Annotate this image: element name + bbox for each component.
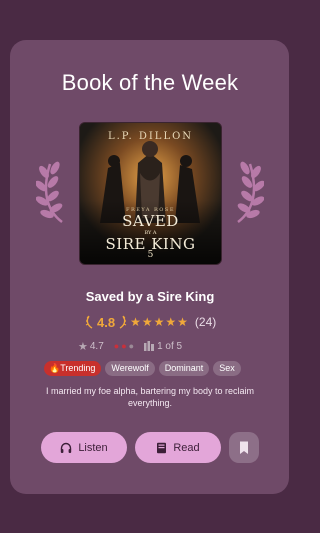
book-cover[interactable]: L.P. DILLON FREYA ROSE SAVED BY A SIRE K… — [79, 122, 222, 265]
books-icon — [144, 341, 155, 351]
tag-trending[interactable]: 🔥Trending — [44, 361, 102, 376]
book-title[interactable]: Saved by a Sire King — [0, 289, 300, 304]
tag-sex[interactable]: Sex — [213, 361, 241, 376]
rating-row: 4.8 ★ ★ ★ ★ ★ (24) — [85, 313, 216, 331]
star-outline-icon: ★ — [78, 340, 88, 353]
fire-icon: 🔥 — [49, 363, 61, 373]
read-label: Read — [173, 441, 200, 454]
pepper-icon: ● — [128, 341, 135, 351]
meta-row: ★ 4.7 ● ● ● 1 of 5 — [78, 339, 192, 353]
series-position: 1 of 5 — [157, 340, 183, 352]
laurel-small-right-icon — [119, 315, 127, 329]
user-score: 4.7 — [89, 340, 104, 352]
book-description: I married my foe alpha, bartering my bod… — [45, 386, 255, 408]
section-title: Book of the Week — [61, 70, 239, 95]
listen-label: Listen — [78, 441, 108, 454]
cover-number: 5 — [147, 250, 154, 260]
star-icon: ★ — [141, 315, 153, 329]
pepper-icon: ● — [113, 341, 120, 351]
bookmark-icon — [240, 441, 248, 454]
book-icon — [157, 442, 167, 453]
laurel-small-left-icon — [85, 315, 93, 329]
star-icon: ★ — [165, 315, 177, 329]
star-icon: ★ — [177, 315, 188, 329]
star-icon: ★ — [130, 315, 141, 329]
rating-value: 4.8 — [97, 314, 116, 330]
rating-count: (24) — [194, 315, 217, 329]
tag-dominant[interactable]: Dominant — [158, 361, 210, 376]
laurel-right-icon — [237, 161, 264, 223]
cover-author: L.P. DILLON — [107, 131, 194, 142]
read-button[interactable]: Read — [135, 432, 221, 463]
book-of-week-card — [10, 40, 289, 494]
star-icon: ★ — [153, 315, 165, 329]
tag-label: Trending — [60, 363, 96, 373]
laurel-left-icon — [36, 161, 63, 223]
star-rating: ★ ★ ★ ★ ★ — [130, 316, 188, 328]
listen-button[interactable]: Listen — [41, 432, 127, 463]
cover-title-line-1: SAVED — [122, 212, 179, 230]
pepper-icon: ● — [121, 341, 127, 351]
bookmark-button[interactable] — [229, 432, 259, 463]
headphones-icon — [61, 442, 72, 453]
tag-list: 🔥Trending Werewolf Dominant Sex — [44, 361, 241, 376]
tag-werewolf[interactable]: Werewolf — [105, 361, 155, 376]
heat-level: ● ● ● — [114, 341, 134, 351]
